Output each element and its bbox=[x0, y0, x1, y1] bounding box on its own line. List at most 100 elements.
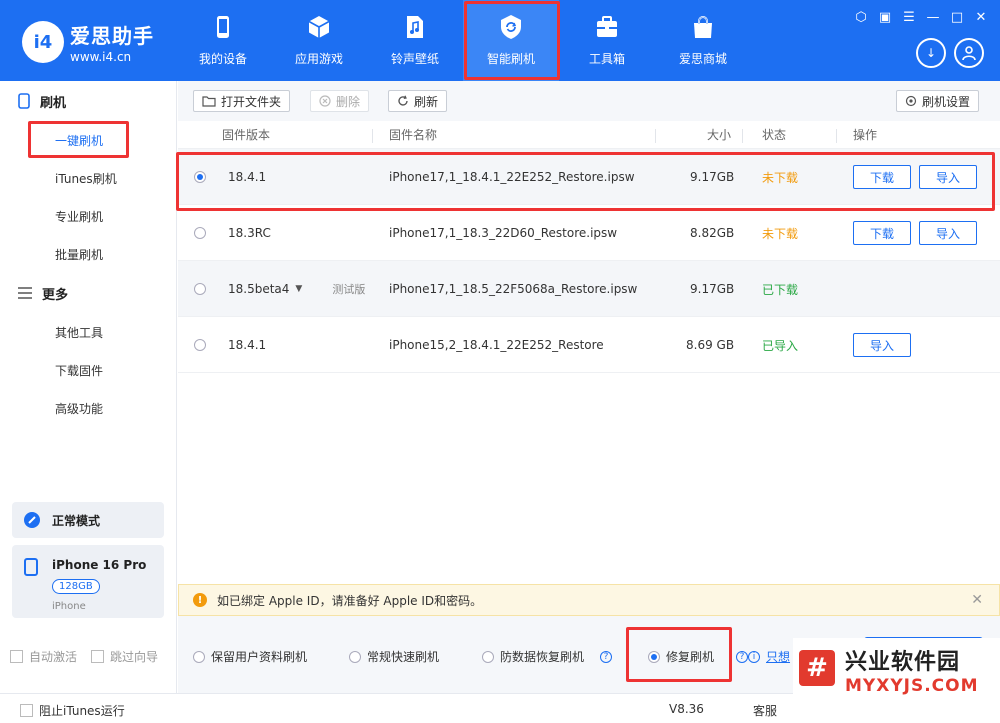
refresh-button[interactable]: 刷新 bbox=[388, 90, 448, 112]
nav-my-device[interactable]: 我的设备 bbox=[175, 0, 271, 81]
beta-tag: 测试版 bbox=[332, 283, 366, 296]
flash-settings-button[interactable]: 刷机设置 bbox=[896, 90, 980, 112]
download-button[interactable]: 下载 bbox=[853, 221, 911, 245]
import-button[interactable]: 导入 bbox=[853, 333, 911, 357]
auto-activate-checkbox[interactable]: 自动激活 bbox=[10, 648, 77, 665]
sidebar-section-more: 更多 bbox=[0, 273, 176, 313]
sidebar-item-other-tools[interactable]: 其他工具 bbox=[0, 313, 176, 351]
mode-repair[interactable]: 修复刷机? bbox=[648, 648, 749, 665]
firmware-name: iPhone17,1_18.3_22D60_Restore.ipsw bbox=[389, 226, 618, 240]
gear-icon bbox=[905, 95, 917, 107]
delete-button[interactable]: 删除 bbox=[310, 90, 370, 112]
app-logo: i4 爱思助手 www.i4.cn bbox=[22, 20, 154, 64]
device-name: iPhone 16 Pro bbox=[52, 558, 147, 572]
firmware-version: 18.3RC bbox=[228, 226, 271, 240]
nav-store[interactable]: 爱思商城 bbox=[655, 0, 751, 81]
maximize-icon[interactable]: □ bbox=[950, 10, 964, 24]
col-version: 固件版本 bbox=[222, 128, 271, 142]
user-icon[interactable] bbox=[954, 38, 984, 68]
device-card[interactable]: iPhone 16 Pro 128GB iPhone bbox=[12, 545, 164, 618]
help-link[interactable]: i 只想 bbox=[748, 648, 790, 665]
sidebar-item-download-firmware[interactable]: 下载固件 bbox=[0, 351, 176, 389]
table-row[interactable]: 18.4.1 iPhone17,1_18.4.1_22E252_Restore.… bbox=[178, 149, 1000, 205]
sidebar-item-one-click-flash[interactable]: 一键刷机 bbox=[0, 121, 176, 159]
notice-text: 如已绑定 Apple ID，请准备好 Apple ID和密码。 bbox=[217, 593, 483, 608]
sidebar: 刷机 一键刷机 iTunes刷机 专业刷机 批量刷机 更多 其他工具 下载固件 … bbox=[0, 81, 177, 693]
skin-icon[interactable]: ⬡ bbox=[854, 10, 868, 24]
firmware-status: 未下载 bbox=[762, 226, 799, 241]
watermark-name: 兴业软件园 bbox=[845, 650, 961, 675]
main-panel: 打开文件夹 删除 刷新 刷机设置 固件版本 固件名称 大小 状态 操作 18.4… bbox=[178, 81, 1000, 693]
row-radio[interactable] bbox=[194, 283, 206, 295]
download-button[interactable]: 下载 bbox=[853, 165, 911, 189]
firmware-size: 9.17GB bbox=[690, 170, 735, 184]
folder-icon bbox=[202, 96, 216, 107]
watermark-url: MYXYJS.COM bbox=[845, 676, 979, 696]
skip-guide-checkbox[interactable]: 跳过向导 bbox=[91, 648, 158, 665]
nav-apps-games[interactable]: 应用游戏 bbox=[271, 0, 367, 81]
main-nav: 我的设备 应用游戏 铃声壁纸 智能刷机 工具箱 爱思商城 bbox=[175, 0, 751, 81]
table-row[interactable]: 18.4.1 iPhone15,2_18.4.1_22E252_Restore … bbox=[178, 317, 1000, 373]
close-icon[interactable]: ✕ bbox=[971, 592, 983, 608]
firmware-status: 已下载 bbox=[762, 282, 799, 297]
import-button[interactable]: 导入 bbox=[919, 221, 977, 245]
nav-smart-flash[interactable]: 智能刷机 bbox=[463, 0, 559, 81]
nav-label: 智能刷机 bbox=[486, 52, 535, 66]
import-button[interactable]: 导入 bbox=[919, 165, 977, 189]
sidebar-item-itunes-flash[interactable]: iTunes刷机 bbox=[0, 159, 176, 197]
block-itunes-checkbox[interactable]: 阻止iTunes运行 bbox=[20, 702, 125, 719]
sidebar-item-advanced[interactable]: 高级功能 bbox=[0, 389, 176, 427]
minimize-icon[interactable]: — bbox=[926, 10, 940, 24]
mode-quick[interactable]: 常规快速刷机 bbox=[349, 648, 439, 665]
table-row[interactable]: 18.5beta4 ▼ 测试版 iPhone17,1_18.5_22F5068a… bbox=[178, 261, 1000, 317]
nav-toolbox[interactable]: 工具箱 bbox=[559, 0, 655, 81]
firmware-version: 18.4.1 bbox=[228, 170, 267, 184]
firmware-status: 已导入 bbox=[762, 338, 799, 353]
table-row[interactable]: 18.3RC iPhone17,1_18.3_22D60_Restore.ips… bbox=[178, 205, 1000, 261]
sidebar-item-pro-flash[interactable]: 专业刷机 bbox=[0, 197, 176, 235]
firmware-name: iPhone17,1_18.4.1_22E252_Restore.ipsw bbox=[389, 170, 635, 184]
delete-icon bbox=[319, 95, 331, 107]
help-icon[interactable]: ? bbox=[736, 650, 749, 663]
list-icon bbox=[18, 287, 32, 299]
col-size: 大小 bbox=[707, 128, 732, 142]
phone-outline-icon bbox=[18, 93, 30, 109]
customer-service-link[interactable]: 客服 bbox=[753, 702, 777, 719]
nav-label: 我的设备 bbox=[198, 52, 247, 66]
open-folder-button[interactable]: 打开文件夹 bbox=[193, 90, 291, 112]
watermark-logo: # bbox=[799, 650, 835, 686]
row-radio[interactable] bbox=[194, 339, 206, 351]
shopping-bag-icon bbox=[694, 16, 712, 38]
col-action: 操作 bbox=[853, 128, 878, 142]
firmware-version: 18.5beta4 bbox=[228, 282, 290, 296]
iphone-icon bbox=[24, 558, 38, 576]
mode-anti-recovery[interactable]: 防数据恢复刷机? bbox=[482, 648, 613, 665]
warning-icon: ! bbox=[193, 593, 207, 607]
firmware-table: 固件版本 固件名称 大小 状态 操作 18.4.1 iPhone17,1_18.… bbox=[178, 121, 1000, 584]
row-radio[interactable] bbox=[194, 227, 206, 239]
nav-ringtones[interactable]: 铃声壁纸 bbox=[367, 0, 463, 81]
menu-icon[interactable]: ☰ bbox=[902, 10, 916, 24]
nav-label: 工具箱 bbox=[588, 52, 625, 66]
close-icon[interactable]: ✕ bbox=[974, 10, 988, 24]
mode-keep-data[interactable]: 保留用户资料刷机 bbox=[193, 648, 307, 665]
device-mode-label: 正常模式 bbox=[52, 513, 101, 528]
help-icon[interactable]: ? bbox=[600, 650, 613, 663]
device-capacity-badge: 128GB bbox=[52, 579, 100, 594]
nav-label: 铃声壁纸 bbox=[390, 52, 439, 66]
table-header: 固件版本 固件名称 大小 状态 操作 bbox=[178, 121, 1000, 149]
dropdown-caret-icon[interactable]: ▼ bbox=[295, 284, 302, 294]
feedback-icon[interactable]: ▣ bbox=[878, 10, 892, 24]
refresh-icon bbox=[398, 95, 408, 106]
app-title: 爱思助手 bbox=[70, 24, 154, 48]
toolbar: 打开文件夹 删除 刷新 刷机设置 bbox=[178, 81, 1000, 121]
sidebar-item-batch-flash[interactable]: 批量刷机 bbox=[0, 235, 176, 273]
firmware-version: 18.4.1 bbox=[228, 338, 267, 352]
firmware-size: 8.82GB bbox=[690, 226, 735, 240]
info-icon: i bbox=[748, 650, 760, 663]
row-radio[interactable] bbox=[194, 171, 206, 183]
toolbox-icon bbox=[597, 16, 617, 37]
col-name: 固件名称 bbox=[389, 128, 438, 142]
download-icon[interactable]: ↓ bbox=[916, 38, 946, 68]
apple-id-notice: ! 如已绑定 Apple ID，请准备好 Apple ID和密码。 ✕ bbox=[178, 584, 1000, 616]
